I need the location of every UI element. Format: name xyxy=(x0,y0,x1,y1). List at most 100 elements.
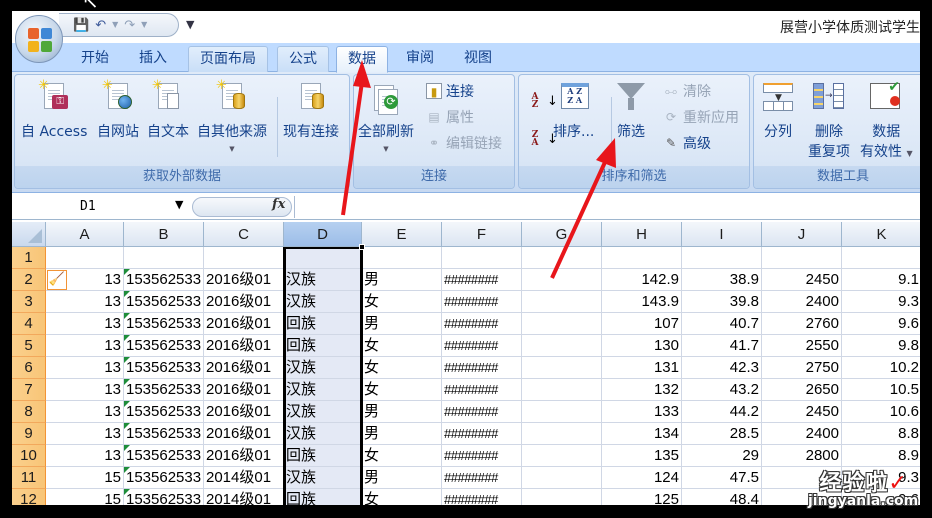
cell-a9[interactable]: 13 xyxy=(46,423,124,445)
cell-k6[interactable]: 10.2 xyxy=(842,357,920,379)
cell-e6[interactable]: 女 xyxy=(362,357,442,379)
fill-handle[interactable] xyxy=(359,244,365,250)
cell-j7[interactable]: 2650 xyxy=(762,379,842,401)
connections-button[interactable]: ▮ 连接 xyxy=(426,81,474,101)
cell-f9[interactable]: ######## xyxy=(442,423,522,445)
column-header-g[interactable]: G xyxy=(522,222,602,247)
cell-h2[interactable]: 142.9 xyxy=(602,269,682,291)
cell-b3[interactable]: 153562533 xyxy=(124,291,204,313)
cell-k1[interactable] xyxy=(842,247,920,269)
cell-g4[interactable] xyxy=(522,313,602,335)
cell-d1[interactable] xyxy=(284,247,362,269)
cell-g7[interactable] xyxy=(522,379,602,401)
cell-d10[interactable]: 回族 xyxy=(284,445,362,467)
row-header[interactable]: 7 xyxy=(12,379,46,401)
cell-j9[interactable]: 2400 xyxy=(762,423,842,445)
cell-d5[interactable]: 回族 xyxy=(284,335,362,357)
cell-b4[interactable]: 153562533 xyxy=(124,313,204,335)
refresh-all-button[interactable]: ⟳ 全部刷新 ▼ xyxy=(358,81,414,153)
cell-c4[interactable]: 2016级01 xyxy=(204,313,284,335)
cell-a8[interactable]: 13 xyxy=(46,401,124,423)
cell-b6[interactable]: 153562533 xyxy=(124,357,204,379)
row-header[interactable]: 10 xyxy=(12,445,46,467)
cell-a5[interactable]: 13 xyxy=(46,335,124,357)
cell-i5[interactable]: 41.7 xyxy=(682,335,762,357)
cell-h9[interactable]: 134 xyxy=(602,423,682,445)
cell-h8[interactable]: 133 xyxy=(602,401,682,423)
cell-i6[interactable]: 42.3 xyxy=(682,357,762,379)
cell-e12[interactable]: 女 xyxy=(362,489,442,505)
cell-k4[interactable]: 9.6 xyxy=(842,313,920,335)
cell-h12[interactable]: 125 xyxy=(602,489,682,505)
cell-i1[interactable] xyxy=(682,247,762,269)
cell-b5[interactable]: 153562533 xyxy=(124,335,204,357)
cell-a6[interactable]: 13 xyxy=(46,357,124,379)
column-header-c[interactable]: C xyxy=(204,222,284,247)
redo-icon[interactable]: ↷ xyxy=(124,19,135,32)
cell-b10[interactable]: 153562533 xyxy=(124,445,204,467)
cell-b12[interactable]: 153562533 xyxy=(124,489,204,505)
cell-e7[interactable]: 女 xyxy=(362,379,442,401)
cell-j8[interactable]: 2450 xyxy=(762,401,842,423)
remove-duplicates-button[interactable]: → 删除 重复项 xyxy=(808,81,850,161)
cell-h7[interactable]: 132 xyxy=(602,379,682,401)
row-header[interactable]: 8 xyxy=(12,401,46,423)
cell-d4[interactable]: 回族 xyxy=(284,313,362,335)
tab-insert[interactable]: 插入 xyxy=(128,46,178,72)
cell-g2[interactable] xyxy=(522,269,602,291)
from-other-sources-button[interactable]: ✳ 自其他来源 ▼ xyxy=(197,79,267,153)
cell-k7[interactable]: 10.5 xyxy=(842,379,920,401)
name-box-dropdown-icon[interactable]: ▼ xyxy=(175,198,183,211)
cell-a12[interactable]: 15 xyxy=(46,489,124,505)
cell-g11[interactable] xyxy=(522,467,602,489)
cell-g6[interactable] xyxy=(522,357,602,379)
cell-k9[interactable]: 8.8 xyxy=(842,423,920,445)
cell-f5[interactable]: ######## xyxy=(442,335,522,357)
data-validation-button[interactable]: ✔ 数据 有效性 ▼ xyxy=(860,79,913,161)
cell-e1[interactable] xyxy=(362,247,442,269)
cell-d3[interactable]: 汉族 xyxy=(284,291,362,313)
cell-f8[interactable]: ######## xyxy=(442,401,522,423)
cell-b7[interactable]: 153562533 xyxy=(124,379,204,401)
from-web-button[interactable]: ✳ 自网站 xyxy=(97,79,139,141)
edit-links-button[interactable]: ⚭ 编辑链接 xyxy=(426,133,502,153)
reapply-button[interactable]: ⟳ 重新应用 xyxy=(663,107,739,127)
cell-h5[interactable]: 130 xyxy=(602,335,682,357)
cell-h6[interactable]: 131 xyxy=(602,357,682,379)
cell-a11[interactable]: 15 xyxy=(46,467,124,489)
select-all-button[interactable] xyxy=(12,222,46,247)
cell-g8[interactable] xyxy=(522,401,602,423)
cell-j1[interactable] xyxy=(762,247,842,269)
cell-f1[interactable] xyxy=(442,247,522,269)
row-header[interactable]: 12 xyxy=(12,489,46,505)
cell-e4[interactable]: 男 xyxy=(362,313,442,335)
cell-k3[interactable]: 9.3 xyxy=(842,291,920,313)
cell-i8[interactable]: 44.2 xyxy=(682,401,762,423)
cell-c3[interactable]: 2016级01 xyxy=(204,291,284,313)
cell-c8[interactable]: 2016级01 xyxy=(204,401,284,423)
cell-k8[interactable]: 10.6 xyxy=(842,401,920,423)
save-icon[interactable]: 💾 xyxy=(73,19,89,32)
cell-h3[interactable]: 143.9 xyxy=(602,291,682,313)
cell-j5[interactable]: 2550 xyxy=(762,335,842,357)
row-header[interactable]: 1 xyxy=(12,247,46,269)
name-box[interactable]: D1 xyxy=(12,196,192,218)
redo-dropdown-icon[interactable]: ▼ xyxy=(141,21,147,29)
cell-g9[interactable] xyxy=(522,423,602,445)
cell-c6[interactable]: 2016级01 xyxy=(204,357,284,379)
paste-options-icon[interactable]: 🧹 xyxy=(47,270,67,290)
column-header-d[interactable]: D xyxy=(284,222,362,247)
cell-b8[interactable]: 153562533 xyxy=(124,401,204,423)
advanced-filter-button[interactable]: ✎ 高级 xyxy=(663,133,711,153)
cell-a4[interactable]: 13 xyxy=(46,313,124,335)
cell-g1[interactable] xyxy=(522,247,602,269)
column-header-e[interactable]: E xyxy=(362,222,442,247)
cell-k10[interactable]: 8.9 xyxy=(842,445,920,467)
cell-i12[interactable]: 48.4 xyxy=(682,489,762,505)
cell-i7[interactable]: 43.2 xyxy=(682,379,762,401)
cell-e10[interactable]: 女 xyxy=(362,445,442,467)
cell-e11[interactable]: 男 xyxy=(362,467,442,489)
cell-e8[interactable]: 男 xyxy=(362,401,442,423)
cell-j2[interactable]: 2450 xyxy=(762,269,842,291)
cell-c5[interactable]: 2016级01 xyxy=(204,335,284,357)
